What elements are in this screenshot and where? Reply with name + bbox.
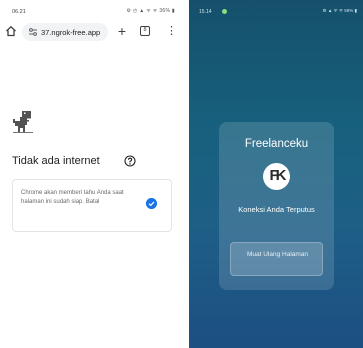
browser-toolbar: 37.ngrok-free.app + 8 ⋮ — [0, 22, 183, 44]
connection-message: Koneksi Anda Terputus — [238, 205, 315, 214]
tab-switcher-button[interactable]: 8 — [140, 26, 150, 36]
address-bar[interactable]: 37.ngrok-free.app — [22, 23, 108, 41]
screenshot-frame: 06.21 ⚙ ◴ ▲ ᯤ ᯤ 36% ▮ 37.ngrok-free.app … — [0, 0, 363, 348]
app-logo: FK — [263, 163, 290, 190]
chrome-offline-screen: 06.21 ⚙ ◴ ▲ ᯤ ᯤ 36% ▮ 37.ngrok-free.app … — [0, 0, 183, 348]
status-icons: ⚙ ◴ ▲ ᯤ ᯤ 36% ▮ — [126, 8, 175, 14]
notify-message: Chrome akan memberi tahu Anda saat halam… — [21, 190, 124, 205]
help-icon[interactable] — [124, 155, 136, 167]
notification-dot-icon — [222, 9, 227, 14]
reload-label: Muat Ulang Halaman — [246, 251, 309, 258]
dinosaur-icon — [13, 111, 33, 133]
status-time: 06.21 — [12, 9, 26, 15]
status-icons-right: ⚙ ▲ ᯤ ᯤ 59% ▮ — [322, 8, 357, 13]
url-text: 37.ngrok-free.app — [41, 28, 101, 37]
more-menu-icon[interactable]: ⋮ — [166, 23, 177, 39]
check-icon[interactable] — [146, 198, 157, 209]
app-title: Freelanceku — [244, 138, 309, 150]
logo-text: FK — [269, 167, 287, 184]
home-icon[interactable] — [5, 25, 17, 37]
notify-card: Chrome akan memberi tahu Anda saat halam… — [12, 179, 172, 232]
reload-button[interactable]: Muat Ulang Halaman — [230, 242, 323, 276]
status-time-right: 15.14 — [199, 9, 212, 15]
offline-dialog: Freelanceku FK Koneksi Anda Terputus Mua… — [219, 122, 334, 290]
site-settings-icon[interactable] — [28, 27, 38, 37]
app-offline-screen: 15.14 ⚙ ▲ ᯤ ᯤ 59% ▮ Freelanceku FK Konek… — [189, 0, 363, 348]
error-title: Tidak ada internet — [12, 155, 100, 167]
new-tab-button[interactable]: + — [115, 22, 129, 40]
